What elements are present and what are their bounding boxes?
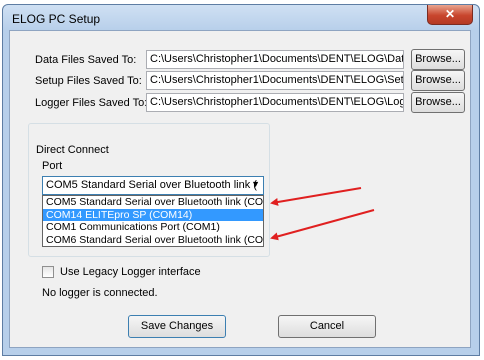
- red-arrow: [270, 209, 375, 241]
- annotation-arrows: [270, 187, 375, 241]
- red-arrow: [270, 187, 362, 206]
